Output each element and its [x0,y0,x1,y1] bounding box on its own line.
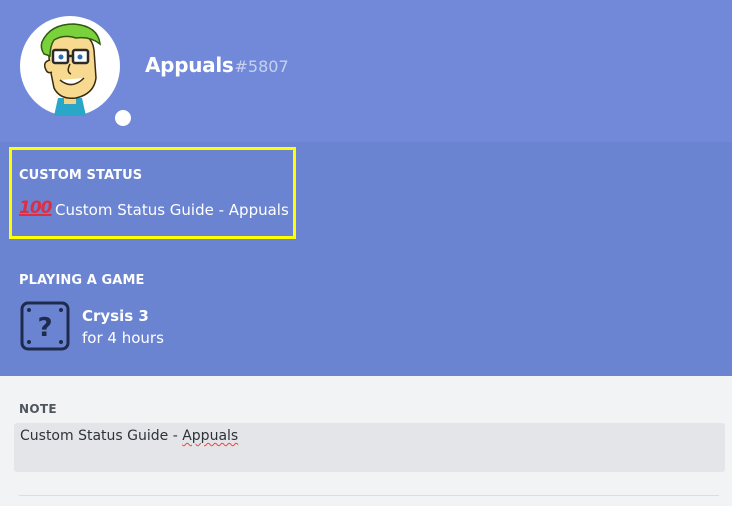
note-label: NOTE [19,402,57,416]
game-duration: for 4 hours [82,329,164,347]
note-misspelled-word: Appuals [182,428,239,444]
game-name: Crysis 3 [82,307,149,325]
note-text: Custom Status Guide - [20,428,183,444]
unknown-game-icon: ? [20,301,70,351]
user-profile-popout: Appuals#5807 CUSTOM STATUS 100 Custom St… [0,0,732,506]
custom-status-label: CUSTOM STATUS [19,168,143,183]
username-text: Appuals [145,53,234,77]
note-input[interactable]: Custom Status Guide - Appuals [14,423,725,472]
custom-status-text: Custom Status Guide - Appuals [55,201,289,219]
divider [19,495,719,496]
svg-text:?: ? [37,313,52,343]
offline-status-icon [115,110,131,126]
discriminator: #5807 [234,57,289,76]
hundred-points-icon: 100 [19,198,52,218]
playing-game-label: PLAYING A GAME [19,273,145,288]
cartoon-face-icon [40,23,101,116]
custom-status-highlight [9,147,296,239]
profile-header: Appuals#5807 [0,0,732,142]
username[interactable]: Appuals#5807 [145,53,289,77]
status-indicator [107,102,139,134]
avatar[interactable] [20,16,139,134]
